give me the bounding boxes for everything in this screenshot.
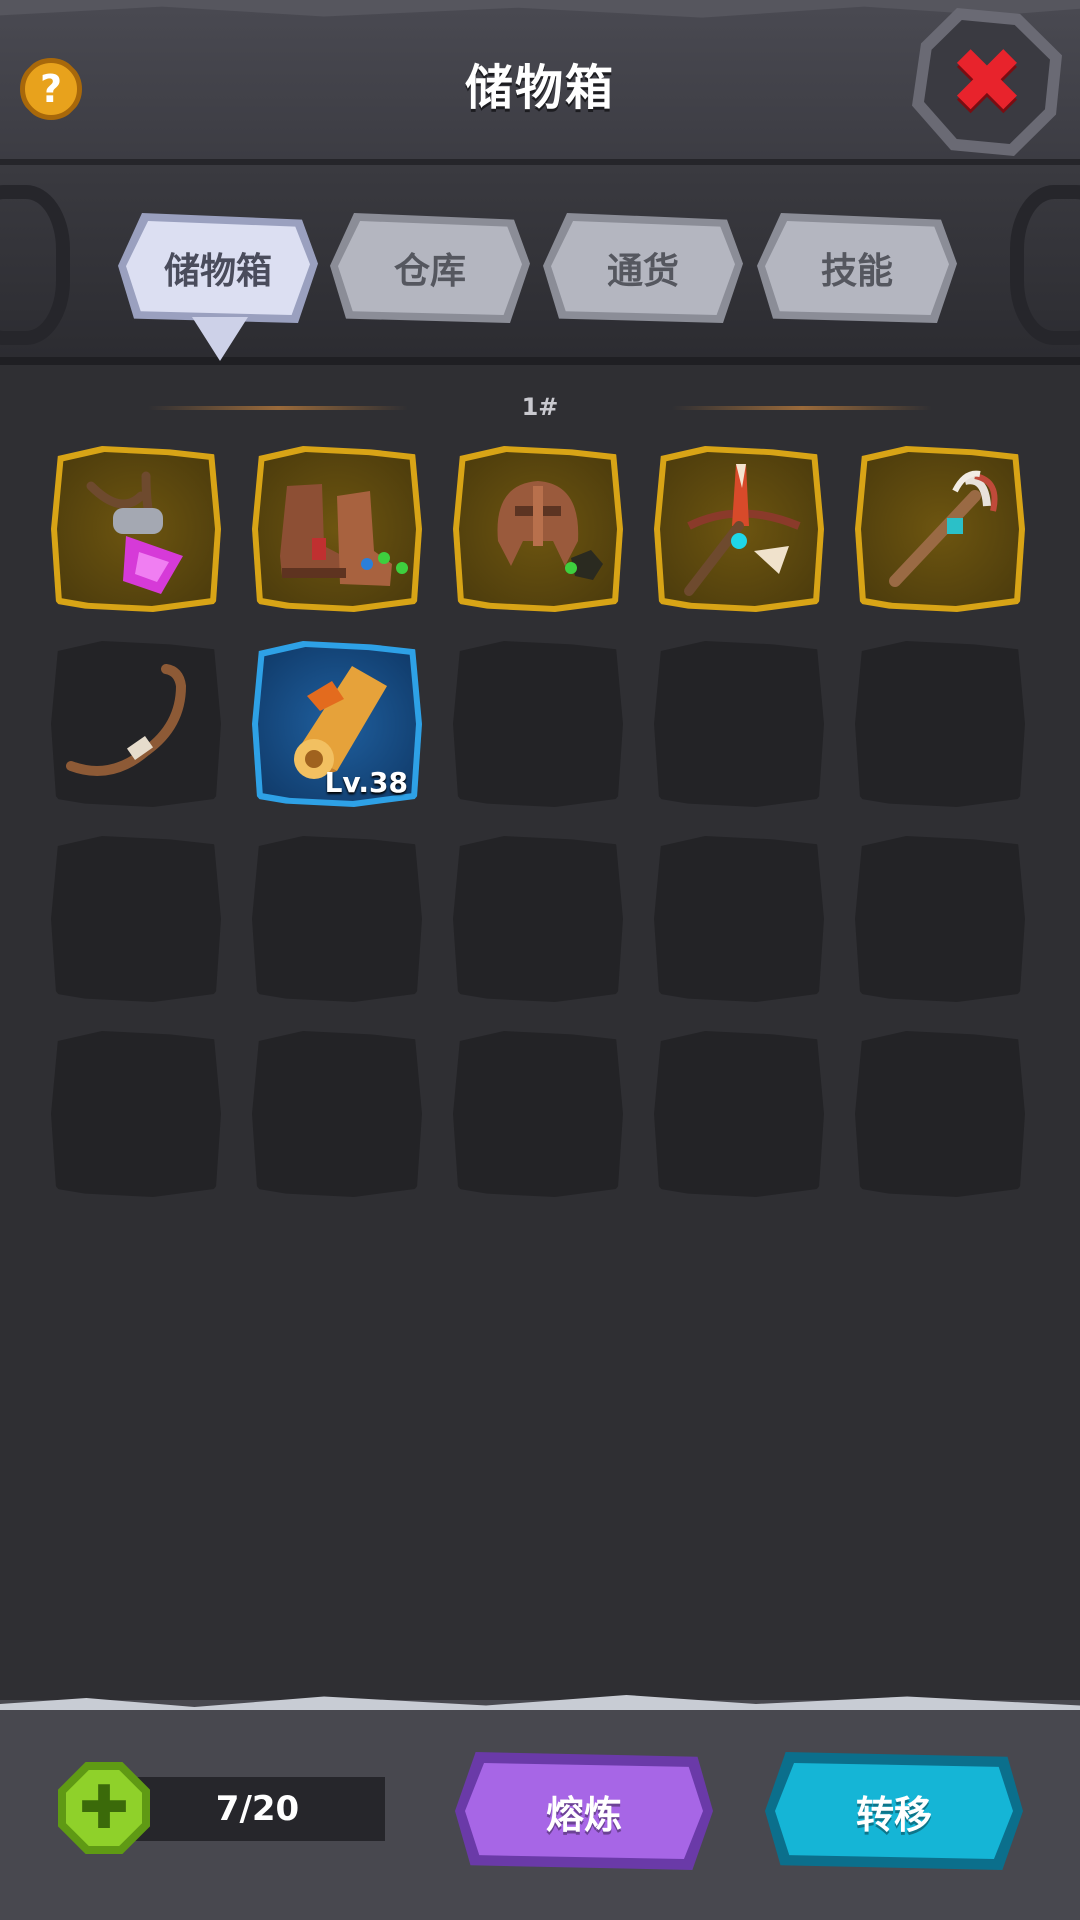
- active-tab-pointer-icon: [192, 317, 248, 361]
- tab-skills[interactable]: 技能: [757, 213, 957, 323]
- plus-cross-icon: ✚: [66, 1770, 142, 1846]
- swirl-ornament-icon: [1010, 185, 1080, 345]
- boots-icon: [280, 484, 408, 586]
- staff-icon: [889, 470, 998, 587]
- expand-capacity-button[interactable]: ✚: [58, 1762, 150, 1854]
- bottom-action-bar: 7/20 ✚ 熔炼 转移: [0, 1700, 1080, 1920]
- tab-label: 仓库: [338, 221, 522, 315]
- inventory-slot[interactable]: [51, 836, 221, 1002]
- inventory-slot[interactable]: [51, 641, 221, 807]
- crossbow-icon: [684, 464, 801, 596]
- inventory-slot[interactable]: [654, 836, 824, 1002]
- tab-label: 储物箱: [126, 221, 310, 315]
- inventory-slot[interactable]: [252, 1031, 422, 1197]
- inventory-slot[interactable]: [252, 836, 422, 1002]
- inventory-slot[interactable]: [453, 446, 623, 612]
- transfer-button-label: 转移: [775, 1763, 1013, 1859]
- inventory-slot[interactable]: [51, 446, 221, 612]
- inventory-slot[interactable]: [654, 641, 824, 807]
- inventory-slot[interactable]: [855, 836, 1025, 1002]
- close-x-icon: ✖: [949, 29, 1025, 134]
- header-bar: ? 储物箱 ✖: [0, 0, 1080, 165]
- transfer-button[interactable]: 转移: [765, 1752, 1023, 1870]
- item-level-label: Lv.38: [324, 766, 408, 799]
- inventory-slot[interactable]: [855, 446, 1025, 612]
- smelt-button-label: 熔炼: [465, 1763, 703, 1859]
- inventory-slot[interactable]: [654, 1031, 824, 1197]
- tab-label: 技能: [765, 221, 949, 315]
- swirl-ornament-icon: [0, 185, 70, 345]
- tab-currency[interactable]: 通货: [543, 213, 743, 323]
- inventory-slot[interactable]: [654, 446, 824, 612]
- inventory-slot[interactable]: [855, 641, 1025, 807]
- tab-bar: 储物箱 仓库 通货 技能: [0, 165, 1080, 365]
- tab-storage-box[interactable]: 储物箱: [118, 213, 318, 323]
- inventory-slot[interactable]: [252, 446, 422, 612]
- tab-warehouse[interactable]: 仓库: [330, 213, 530, 323]
- smelt-button[interactable]: 熔炼: [455, 1752, 713, 1870]
- inventory-slot[interactable]: [51, 1031, 221, 1197]
- close-button[interactable]: ✖: [912, 8, 1062, 156]
- inventory-slot[interactable]: [453, 641, 623, 807]
- helmet-icon: [497, 481, 603, 580]
- bow-icon: [66, 664, 187, 776]
- inventory-slot[interactable]: Lv.38: [252, 641, 422, 807]
- inventory-slot[interactable]: [855, 1031, 1025, 1197]
- inventory-slot[interactable]: [453, 836, 623, 1002]
- capacity-counter: 7/20: [130, 1777, 385, 1841]
- divider-line: [672, 406, 932, 410]
- amulet-icon: [86, 471, 183, 594]
- inventory-slot[interactable]: [453, 1031, 623, 1197]
- tab-label: 通货: [551, 221, 735, 315]
